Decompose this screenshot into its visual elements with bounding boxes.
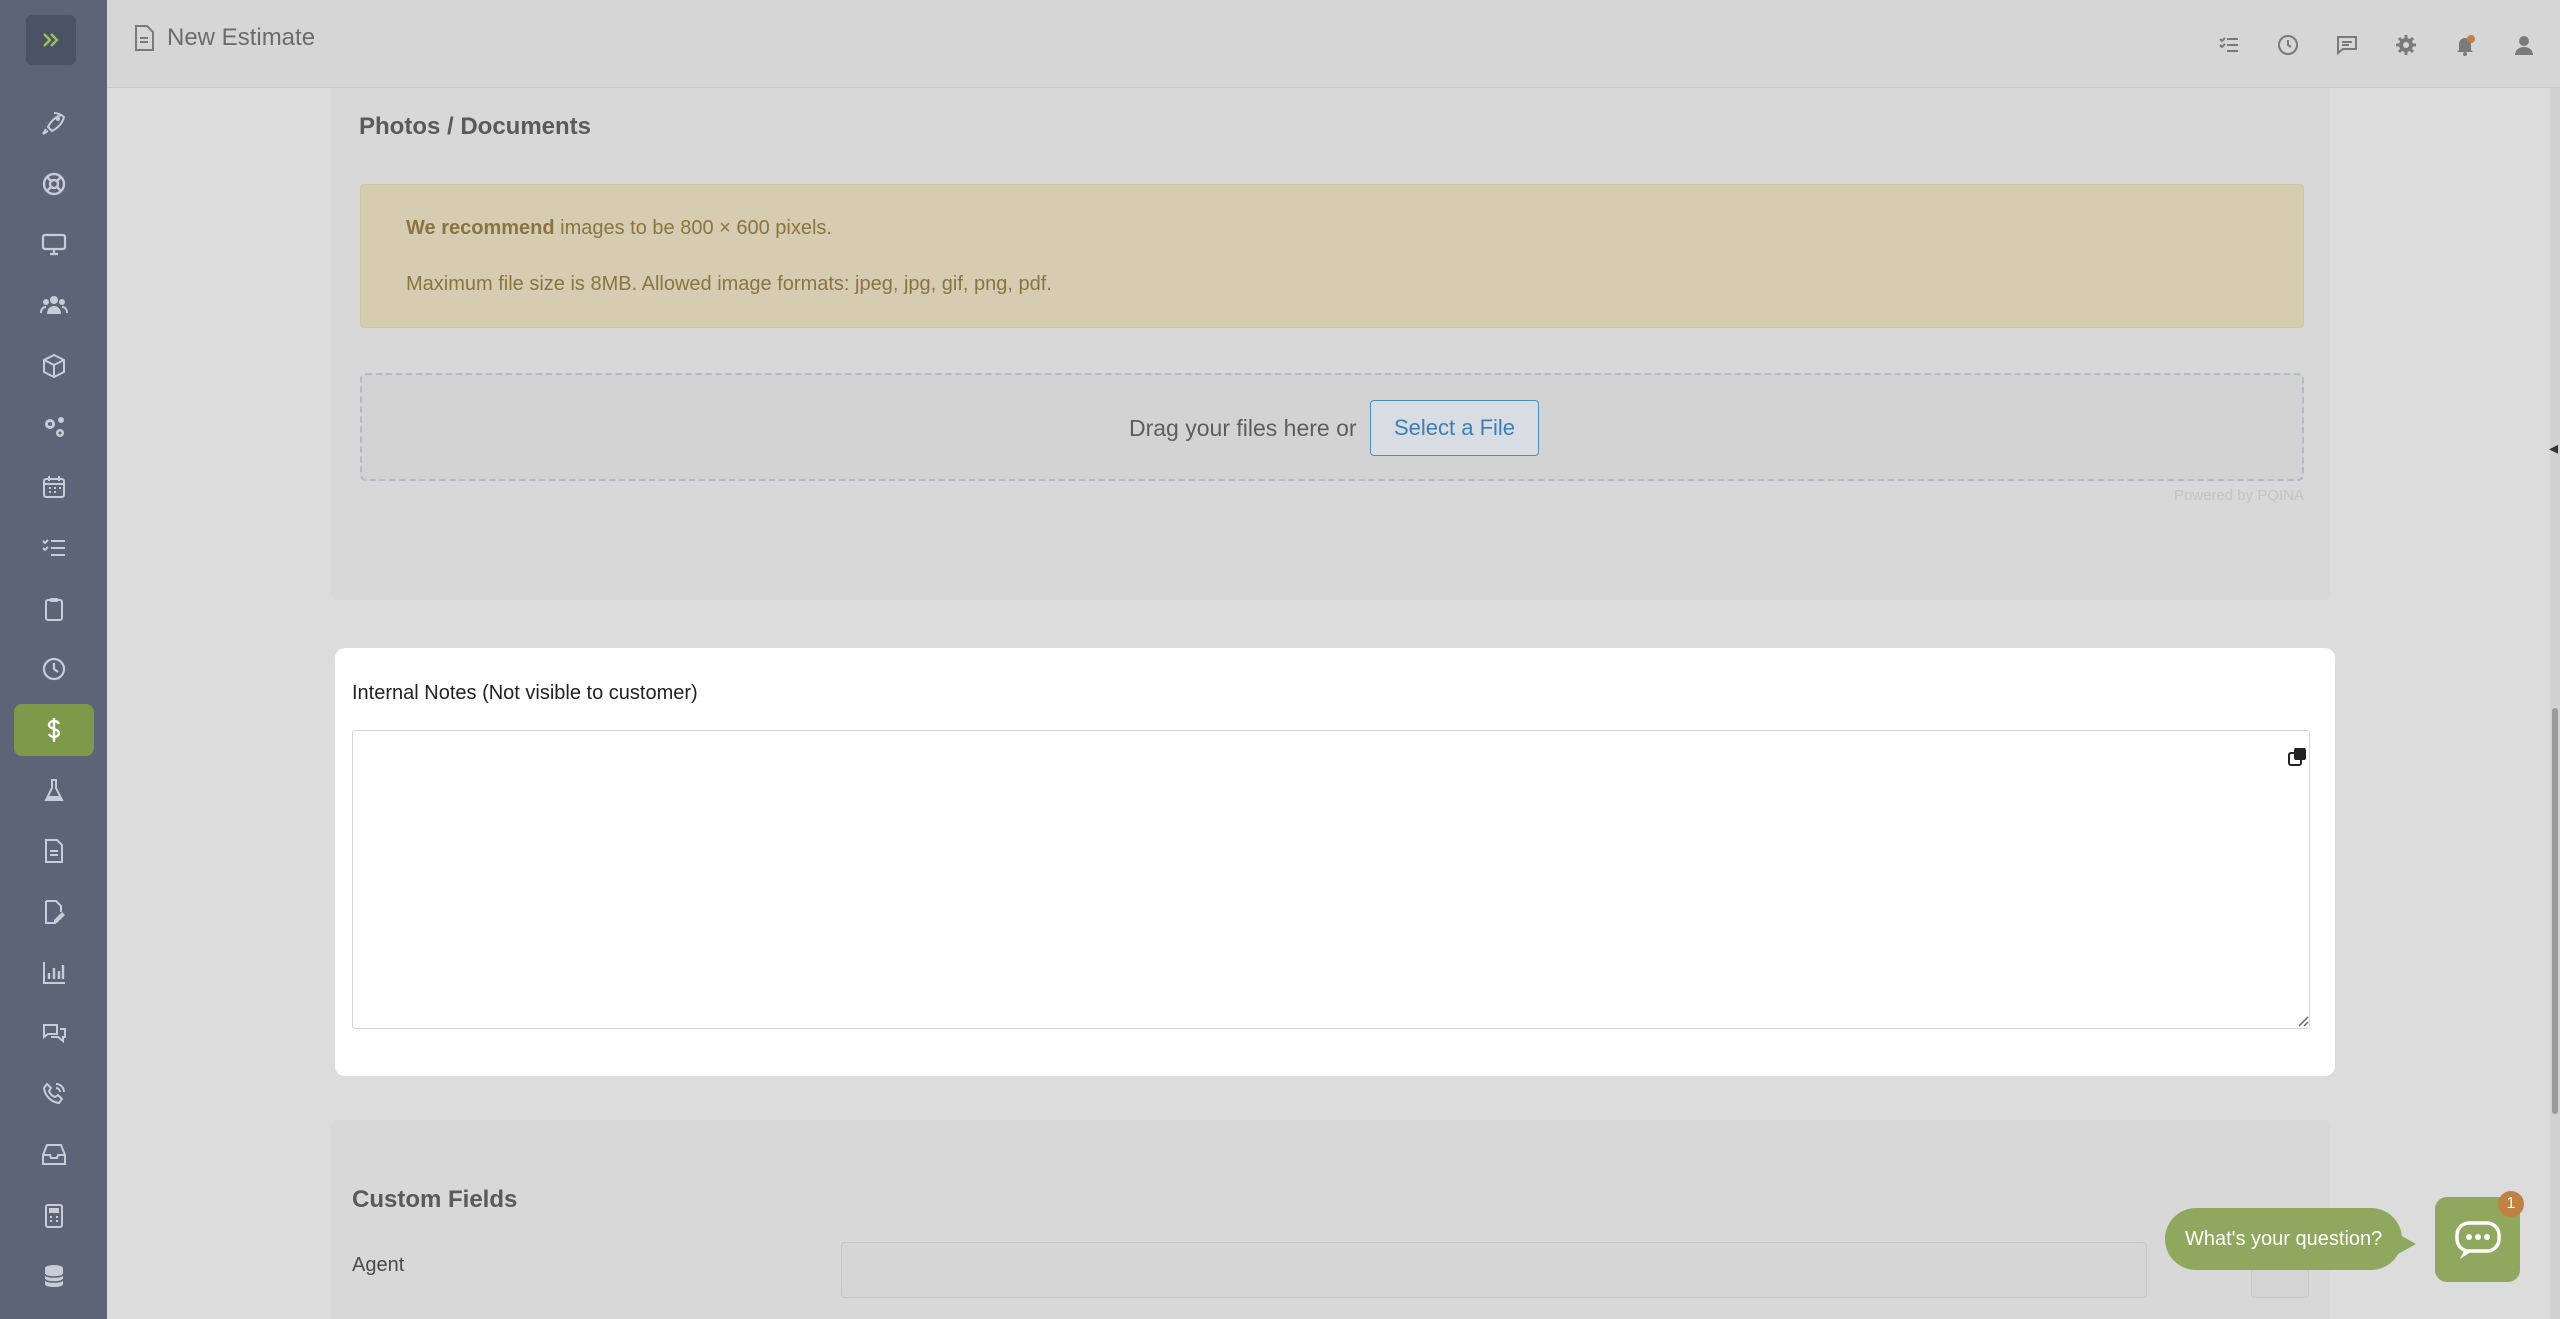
collapse-arrow-icon[interactable]: ◂ (2549, 438, 2558, 459)
copy-icon[interactable] (2287, 746, 2309, 768)
sidebar-item-gears[interactable] (14, 401, 94, 453)
gears-icon (45, 416, 64, 437)
alert-line2-text: Maximum file size is 8MB. Allowed image … (406, 273, 1052, 295)
sidebar-toggle-button[interactable] (26, 15, 76, 65)
document-icon (45, 839, 63, 864)
database-icon (44, 1265, 64, 1288)
chat-icon[interactable] (2330, 28, 2363, 61)
phone-icon (42, 1082, 65, 1105)
alert-line1-text: images to be 800 × 600 pixels. (554, 217, 832, 239)
sidebar-item-signature[interactable] (14, 886, 94, 938)
clipboard-icon (45, 597, 63, 621)
custom-fields-title: Custom Fields (352, 1186, 518, 1213)
page-title: New Estimate (167, 24, 316, 51)
bell-icon[interactable] (2448, 28, 2481, 61)
sidebar-item-comments[interactable] (14, 1008, 94, 1060)
sidebar-item-calculator[interactable] (14, 1190, 94, 1242)
alert-bold-text: We recommend (406, 217, 555, 239)
sidebar-item-document[interactable] (14, 825, 94, 877)
photos-section-title: Photos / Documents (359, 113, 592, 140)
photos-documents-card (331, 88, 2330, 600)
chevrons-right-icon (43, 33, 59, 47)
sidebar-item-dollar[interactable] (14, 704, 94, 756)
internal-notes-textarea[interactable] (352, 730, 2310, 1029)
calculator-icon (45, 1203, 63, 1228)
clock-icon (42, 658, 66, 681)
sidebar-item-inbox[interactable] (14, 1129, 94, 1181)
page-scrollbar[interactable] (2550, 88, 2560, 1319)
gear-icon[interactable] (2389, 28, 2422, 61)
comments-icon (43, 1023, 66, 1043)
sidebar-item-lifebuoy[interactable] (14, 158, 94, 210)
chat-bubble-icon (2454, 1220, 2501, 1259)
sidebar-item-database[interactable] (14, 1250, 94, 1302)
user-icon[interactable] (2507, 28, 2540, 61)
dollar-icon (47, 718, 61, 742)
agent-label: Agent (352, 1254, 405, 1276)
sidebar-item-users[interactable] (14, 279, 94, 331)
tasks-icon[interactable] (2212, 28, 2245, 61)
chat-unread-badge: 1 (2498, 1191, 2524, 1217)
signature-icon (45, 900, 65, 925)
checklist-icon (42, 539, 65, 556)
users-icon (40, 296, 68, 315)
inbox-icon (42, 1143, 66, 1165)
document-icon (135, 25, 154, 51)
sidebar-item-phone[interactable] (14, 1068, 94, 1120)
sidebar (0, 0, 107, 1319)
calendar-icon (43, 476, 65, 499)
sidebar-item-monitor[interactable] (14, 218, 94, 270)
select-file-button[interactable]: Select a File (1370, 400, 1539, 456)
sidebar-item-box[interactable] (14, 340, 94, 392)
box-icon (43, 353, 65, 378)
powered-by-link[interactable]: Powered by PQINA (2174, 487, 2304, 504)
lifebuoy-icon (42, 172, 66, 195)
resize-handle-icon[interactable] (2295, 1013, 2309, 1027)
sidebar-item-chart[interactable] (14, 947, 94, 999)
monitor-icon (41, 234, 67, 256)
sidebar-item-rocket[interactable] (14, 97, 94, 149)
upload-recommendation-alert: We recommend images to be 800 × 600 pixe… (360, 184, 2304, 328)
chat-prompt-bubble[interactable]: What's your question? (2165, 1208, 2417, 1270)
sidebar-item-checklist[interactable] (14, 522, 94, 574)
dropzone-label: Drag your files here or (1129, 415, 1357, 441)
sidebar-item-calendar[interactable] (14, 461, 94, 513)
top-header: New Estimate (107, 0, 2560, 88)
sidebar-item-clock[interactable] (14, 643, 94, 695)
rocket-icon (42, 112, 66, 135)
file-dropzone[interactable]: Drag your files here or Select a File (360, 373, 2304, 481)
internal-notes-card: Internal Notes (Not visible to customer) (335, 648, 2335, 1076)
internal-notes-label: Internal Notes (Not visible to customer) (352, 682, 698, 704)
chart-icon (43, 961, 65, 984)
sidebar-item-clipboard[interactable] (14, 583, 94, 635)
sidebar-item-flask[interactable] (14, 765, 94, 817)
agent-input[interactable] (841, 1242, 2147, 1298)
flask-icon (44, 778, 64, 801)
clock-icon[interactable] (2271, 28, 2304, 61)
scroll-thumb[interactable] (2552, 708, 2558, 1114)
